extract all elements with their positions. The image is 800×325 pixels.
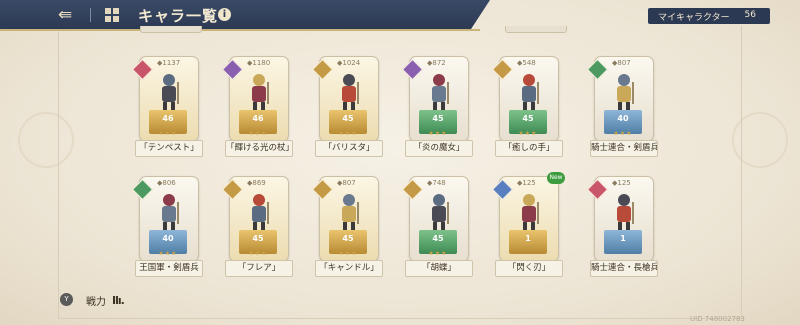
character-name: 「テンペスト」 — [135, 140, 203, 157]
level-value: 46 — [162, 114, 174, 123]
power-value: ◆869 — [247, 179, 266, 187]
character-card[interactable]: ◆125 1 騎士連合・長槍兵 — [586, 176, 658, 281]
grid-view-icon[interactable] — [105, 8, 119, 22]
character-card[interactable]: ◆548 45 ★★★ 「癒しの手」 — [491, 56, 563, 161]
power-value: ◆807 — [337, 179, 356, 187]
power-value: ◆872 — [427, 59, 446, 67]
counter-label: マイキャラクター — [658, 13, 730, 23]
level-value: 45 — [342, 114, 354, 123]
counter-value: 56 — [744, 10, 756, 20]
character-card[interactable]: ◆869 45 ★★★ 「フレア」 — [221, 176, 293, 281]
power-value: ◆806 — [157, 179, 176, 187]
character-card[interactable]: ◆806 40 ★★★ 王国軍・剣盾兵 — [131, 176, 203, 281]
character-name: 「キャンドル」 — [315, 260, 383, 277]
level-value: 40 — [617, 114, 629, 123]
character-name: 王国軍・剣盾兵 — [135, 260, 203, 277]
prev-card-stub — [140, 26, 202, 33]
character-card[interactable]: ◆807 45 ★★★ 「キャンドル」 — [311, 176, 383, 281]
star-rating: ★★★ — [338, 130, 358, 137]
sort-label: 戦力 — [86, 297, 106, 308]
star-rating: ★★★ — [518, 130, 538, 137]
character-name: 「輝ける光の杖」 — [225, 140, 293, 157]
page-title: キャラ一覧 — [138, 7, 219, 25]
character-card[interactable]: ◆1180 46 ★★★ 「輝ける光の杖」 — [221, 56, 293, 161]
level-value: 45 — [432, 114, 444, 123]
character-sprite — [336, 72, 362, 112]
level-value: 1 — [525, 234, 531, 243]
character-name: 騎士連合・長槍兵 — [590, 260, 658, 277]
character-name: 「癒しの手」 — [495, 140, 563, 157]
star-rating: ★★★ — [248, 130, 268, 137]
character-sprite — [336, 192, 362, 232]
level-value: 46 — [252, 114, 264, 123]
sort-order-icon: Ilı. — [112, 294, 125, 307]
power-value: ◆548 — [517, 59, 536, 67]
star-rating: ★★★ — [338, 250, 358, 257]
level-value: 45 — [522, 114, 534, 123]
character-sprite — [426, 192, 452, 232]
star-rating: ★★★ — [248, 250, 268, 257]
power-value: ◆1137 — [157, 59, 181, 67]
character-card[interactable]: ◆1137 46 ★★★ 「テンペスト」 — [131, 56, 203, 161]
sort-bar[interactable]: Y 戦力 Ilı. — [60, 293, 700, 308]
character-card[interactable]: ◆1024 45 ★★★ 「バリスタ」 — [311, 56, 383, 161]
new-badge: New — [547, 172, 565, 184]
my-character-counter: マイキャラクター 56 — [648, 8, 770, 24]
star-rating: ★★★ — [613, 130, 633, 137]
character-card[interactable]: ◆807 40 ★★★ 騎士連合・剣盾兵 — [586, 56, 658, 161]
level-value: 40 — [162, 234, 174, 243]
character-sprite — [611, 192, 637, 232]
power-value: ◆125 — [517, 179, 536, 187]
level-value: 45 — [252, 234, 264, 243]
level-value: 45 — [342, 234, 354, 243]
power-value: ◆125 — [612, 179, 631, 187]
character-sprite — [246, 192, 272, 232]
user-id: UID 748002783 — [690, 315, 745, 323]
back-arrow-icon[interactable]: ⇚ — [52, 5, 78, 25]
character-name: 「閃く刃」 — [495, 260, 563, 277]
character-card[interactable]: ◆125 1 「閃く刃」 New — [491, 172, 565, 281]
character-name: 「炎の魔女」 — [405, 140, 473, 157]
character-name: 「胡蝶」 — [405, 260, 473, 277]
prev-card-stub — [505, 26, 567, 33]
character-name: 「バリスタ」 — [315, 140, 383, 157]
info-icon[interactable]: i — [218, 8, 231, 21]
character-card[interactable]: ◆748 45 ★★★ 「胡蝶」 — [401, 176, 473, 281]
header-accent — [0, 29, 480, 31]
character-sprite — [246, 72, 272, 112]
power-value: ◆1180 — [247, 59, 271, 67]
character-sprite — [516, 192, 542, 232]
power-value: ◆748 — [427, 179, 446, 187]
power-value: ◆807 — [612, 59, 631, 67]
level-value: 45 — [432, 234, 444, 243]
character-name: 騎士連合・剣盾兵 — [590, 140, 658, 157]
header-divider — [90, 8, 91, 22]
character-sprite — [156, 72, 182, 112]
y-button-icon: Y — [60, 293, 73, 306]
level-value: 1 — [620, 234, 626, 243]
star-rating: ★★★ — [428, 250, 448, 257]
character-sprite — [611, 72, 637, 112]
power-value: ◆1024 — [337, 59, 361, 67]
character-card[interactable]: ◆872 45 ★★★ 「炎の魔女」 — [401, 56, 473, 161]
star-rating: ★★★ — [428, 130, 448, 137]
character-name: 「フレア」 — [225, 260, 293, 277]
star-rating: ★★★ — [158, 250, 178, 257]
character-sprite — [156, 192, 182, 232]
character-sprite — [516, 72, 542, 112]
star-rating: ★★★ — [158, 130, 178, 137]
character-sprite — [426, 72, 452, 112]
